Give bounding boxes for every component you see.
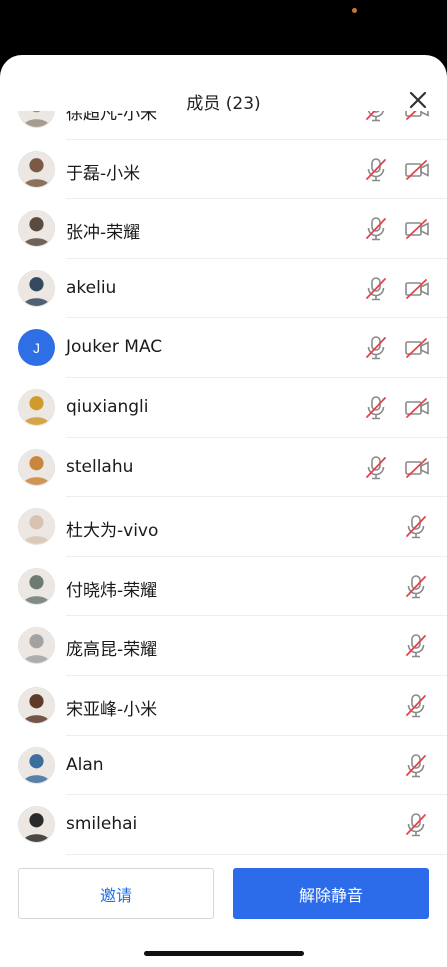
camera-off-icon[interactable] [404, 457, 430, 479]
avatar [18, 686, 55, 724]
avatar-initial: J [33, 339, 40, 356]
microphone-muted-icon[interactable] [404, 514, 428, 540]
camera-off-icon[interactable] [404, 218, 430, 240]
close-icon [409, 91, 427, 109]
member-name: 宋亚峰-小米 [66, 699, 158, 720]
member-row[interactable]: 宋亚峰-小米 [0, 676, 447, 736]
avatar [18, 746, 55, 784]
avatar [18, 210, 55, 248]
camera-off-icon[interactable] [404, 337, 430, 359]
member-row[interactable]: qiuxiangli [0, 378, 447, 438]
members-sheet: 成员 (23) 徐超凡-小米于磊-小米张冲-荣耀 akeliu J Jouker MA… [0, 55, 447, 967]
member-row[interactable]: 徐超凡-小米 [0, 111, 447, 140]
avatar-photo [19, 270, 54, 306]
member-row[interactable]: 付晓炜-荣耀 [0, 557, 447, 617]
member-name: qiuxiangli [66, 396, 149, 417]
avatar-photo [19, 807, 54, 843]
member-name: smilehai [66, 814, 138, 835]
avatar-photo [19, 509, 54, 545]
camera-off-icon[interactable] [404, 111, 430, 121]
footer-actions: 邀请 解除静音 [0, 861, 447, 967]
camera-indicator-dot [352, 8, 357, 13]
avatar [18, 150, 55, 188]
avatar: J [18, 329, 55, 367]
avatar-photo [19, 628, 54, 664]
avatar [18, 448, 55, 486]
member-row[interactable]: 庞高昆-荣耀 [0, 616, 447, 676]
camera-off-icon[interactable] [404, 278, 430, 300]
microphone-muted-icon[interactable] [404, 693, 428, 719]
member-name: 杜大为-vivo [66, 521, 159, 542]
avatar-photo [19, 211, 54, 247]
avatar [18, 627, 55, 665]
member-row[interactable]: 杜大为-vivo [0, 497, 447, 557]
avatar-photo [19, 687, 54, 723]
avatar-photo [19, 568, 54, 604]
avatar [18, 111, 55, 128]
microphone-muted-icon[interactable] [364, 157, 388, 183]
avatar [18, 269, 55, 307]
camera-off-icon[interactable] [404, 159, 430, 181]
avatar-photo [19, 111, 54, 127]
avatar [18, 806, 55, 844]
member-row[interactable]: J Jouker MAC [0, 318, 447, 378]
member-row[interactable]: 于磊-小米 [0, 140, 447, 200]
avatar-photo [19, 389, 54, 425]
member-row[interactable]: smilehai [0, 795, 447, 855]
invite-button[interactable]: 邀请 [18, 868, 214, 919]
microphone-muted-icon[interactable] [404, 812, 428, 838]
avatar [18, 567, 55, 605]
member-name: 徐超凡-小米 [66, 111, 158, 124]
microphone-muted-icon[interactable] [364, 395, 388, 421]
member-list[interactable]: 徐超凡-小米于磊-小米张冲-荣耀 akeliu J Jouker MAC qiuxian… [0, 111, 447, 861]
member-row[interactable]: stellahu [0, 438, 447, 498]
member-row[interactable]: Alan [0, 736, 447, 796]
avatar-photo [19, 747, 54, 783]
avatar [18, 388, 55, 426]
home-indicator [144, 951, 304, 956]
member-name: 付晓炜-荣耀 [66, 580, 158, 601]
avatar-photo [19, 449, 54, 485]
camera-off-icon[interactable] [404, 397, 430, 419]
avatar-photo [19, 151, 54, 187]
microphone-muted-icon[interactable] [404, 753, 428, 779]
microphone-muted-icon[interactable] [364, 216, 388, 242]
member-name: Alan [66, 754, 104, 775]
close-button[interactable] [406, 88, 430, 112]
member-name: stellahu [66, 456, 134, 477]
member-name: 于磊-小米 [66, 163, 141, 184]
unmute-all-button[interactable]: 解除静音 [233, 868, 429, 919]
member-name: Jouker MAC [66, 337, 163, 358]
microphone-muted-icon[interactable] [364, 276, 388, 302]
microphone-muted-icon[interactable] [404, 633, 428, 659]
member-name: 庞高昆-荣耀 [66, 640, 158, 661]
microphone-muted-icon[interactable] [404, 574, 428, 600]
microphone-muted-icon[interactable] [364, 455, 388, 481]
member-row[interactable]: 张冲-荣耀 [0, 199, 447, 259]
microphone-muted-icon[interactable] [364, 111, 388, 123]
member-name: akeliu [66, 277, 117, 298]
sheet-header: 成员 (23) [0, 55, 447, 114]
microphone-muted-icon[interactable] [364, 335, 388, 361]
avatar [18, 508, 55, 546]
member-row[interactable]: akeliu [0, 259, 447, 319]
member-name: 张冲-荣耀 [66, 223, 141, 244]
